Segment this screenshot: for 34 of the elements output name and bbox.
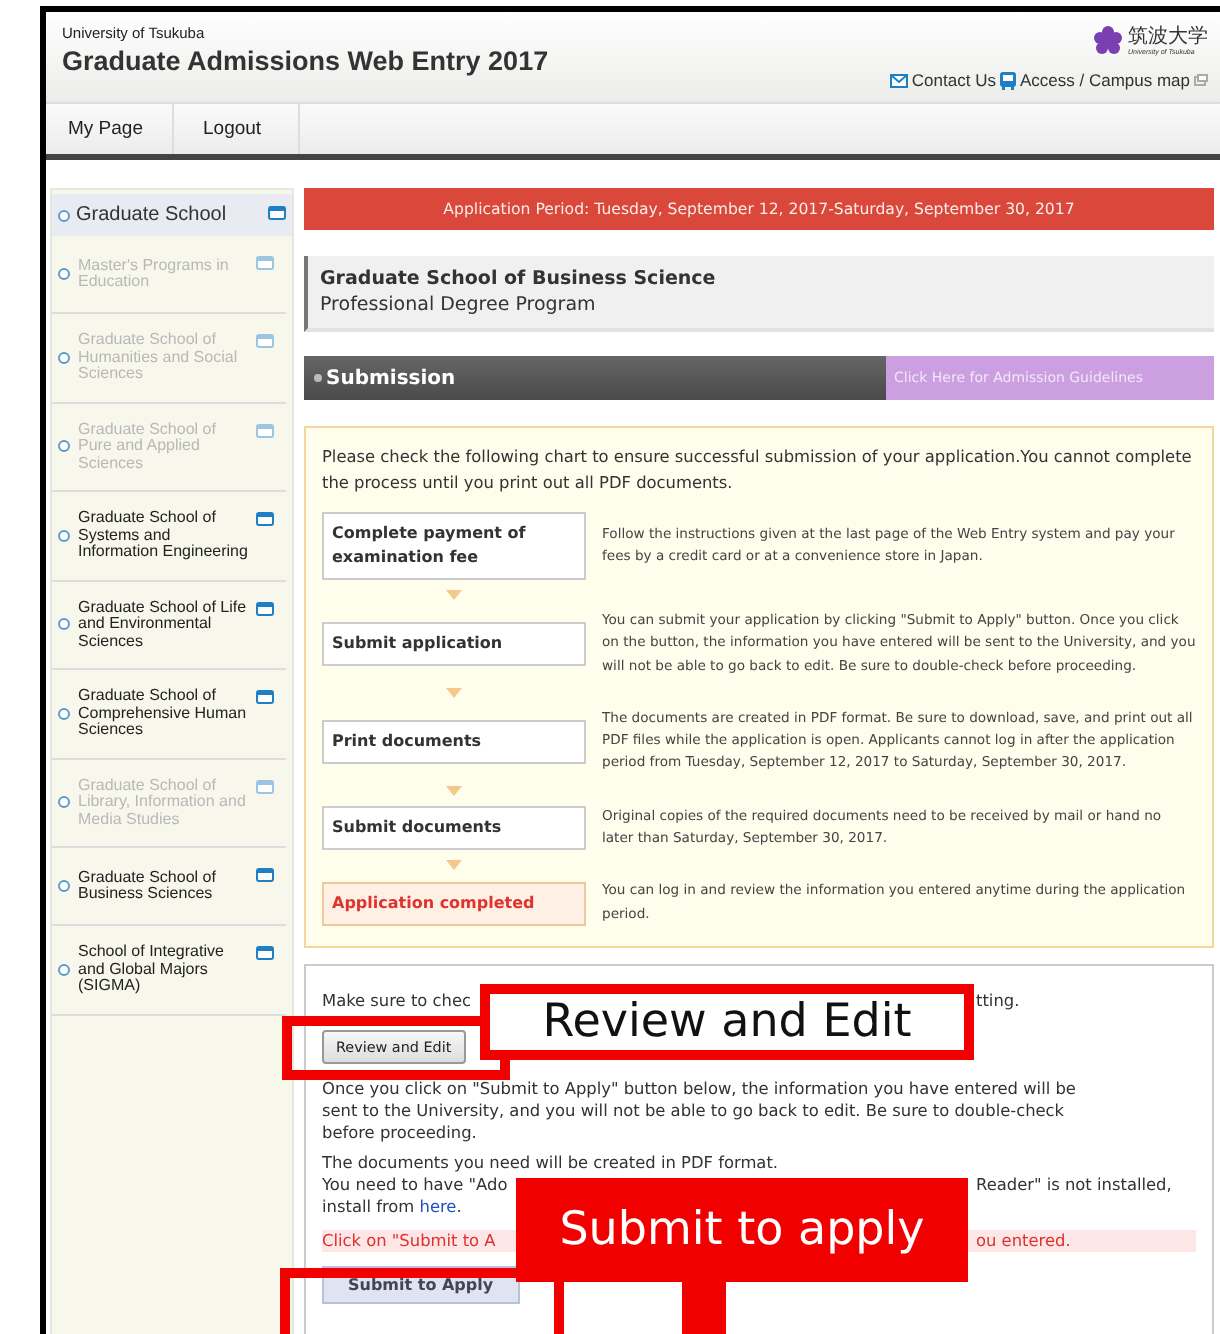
callout-label: Review and Edit: [480, 984, 974, 1060]
nav-link[interactable]: My Page: [46, 104, 173, 154]
adobe-note: You need to have "Ado: [322, 1173, 508, 1196]
logo-text: 筑波大学: [1128, 25, 1208, 47]
program-type: Professional Degree Program: [320, 294, 598, 316]
notice-text: Click on "Submit to A: [322, 1229, 496, 1252]
intro-text: Please check the following chart to ensure successful submission of your application.You cannot complete the process until you print out all PDF documents.: [322, 444, 1194, 496]
adobe-note: Reader" is not installed,: [976, 1173, 1174, 1196]
instruction-text: tting.: [976, 989, 1022, 1012]
header-link[interactable]: Contact Us: [911, 70, 996, 90]
step-label: Complete payment of examination fee: [322, 512, 586, 580]
header-link[interactable]: Access / Campus map: [1019, 70, 1190, 90]
warning-text: Once you click on "Submit to Apply" button below, the information you have entered will be sent to the University, and you will not be able to go back to edit. Be sure to double-check before proceeding.: [322, 1077, 1078, 1144]
step-label: Print documents: [322, 719, 586, 764]
instruction-text: Make sure to chec: [322, 989, 472, 1012]
section-header: Submission: [304, 356, 886, 400]
sidebar-item[interactable]: Graduate School of Life and Environmental Sciences: [52, 581, 286, 670]
pdf-note: The documents you need will be created in PDF format.: [322, 1151, 781, 1174]
step-label: Submit documents: [322, 806, 586, 851]
step-label: Submit application: [322, 621, 586, 666]
notice-text: ou entered.: [976, 1229, 1073, 1252]
program-name: Graduate School of Business Science: [320, 268, 718, 290]
install-text: .: [456, 1195, 462, 1216]
install-link[interactable]: here: [419, 1195, 457, 1216]
sidebar-item[interactable]: Graduate School of Comprehensive Human Sciences: [52, 670, 286, 759]
install-text: install from: [322, 1195, 417, 1216]
sidebar-item[interactable]: Graduate School of Business Sciences: [52, 848, 286, 926]
step-label: Application completed: [322, 881, 586, 926]
site-title: Graduate Admissions Web Entry 2017: [62, 46, 549, 76]
nav-link[interactable]: Logout: [173, 104, 300, 154]
sidebar-heading[interactable]: Graduate School: [52, 194, 292, 236]
callout-label: Submit to apply: [516, 1178, 968, 1282]
sidebar-item[interactable]: School of Integrative and Global Majors (SIGMA): [52, 926, 286, 1015]
sidebar-item[interactable]: Graduate School of Systems and Information Engineering: [52, 492, 286, 581]
